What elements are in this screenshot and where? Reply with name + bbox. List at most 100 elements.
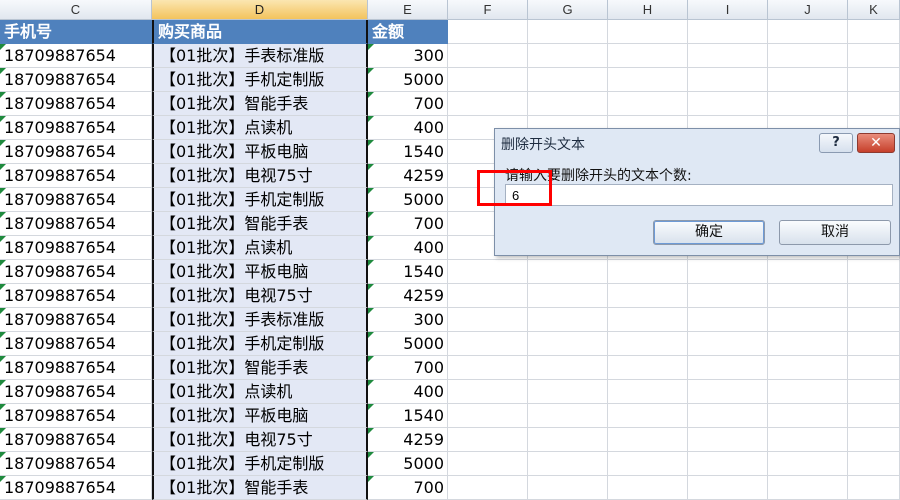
close-button[interactable]: ✕ [857,133,895,153]
amount-cell[interactable]: 5000 [368,188,448,212]
product-cell[interactable]: 【01批次】电视75寸 [152,428,368,452]
empty-cell[interactable] [768,404,848,428]
product-cell[interactable]: 【01批次】点读机 [152,116,368,140]
product-cell[interactable]: 【01批次】电视75寸 [152,284,368,308]
empty-cell[interactable] [528,260,608,284]
amount-cell[interactable]: 700 [368,92,448,116]
empty-cell[interactable] [848,92,900,116]
empty-cell[interactable] [688,476,768,500]
empty-cell[interactable] [688,308,768,332]
phone-cell[interactable]: 18709887654 [0,140,152,164]
amount-cell[interactable]: 400 [368,116,448,140]
empty-cell[interactable] [608,428,688,452]
empty-cell[interactable] [528,476,608,500]
empty-cell[interactable] [848,308,900,332]
amount-cell[interactable]: 5000 [368,68,448,92]
empty-cell[interactable] [448,260,528,284]
empty-cell[interactable] [528,428,608,452]
empty-cell[interactable] [608,380,688,404]
empty-cell[interactable] [608,260,688,284]
empty-cell[interactable] [848,260,900,284]
phone-cell[interactable]: 18709887654 [0,476,152,500]
amount-cell[interactable]: 1540 [368,404,448,428]
column-header-e[interactable]: E [368,0,448,20]
empty-cell[interactable] [608,68,688,92]
empty-cell[interactable] [848,20,900,44]
product-cell[interactable]: 【01批次】智能手表 [152,212,368,236]
phone-cell[interactable]: 18709887654 [0,116,152,140]
empty-cell[interactable] [688,332,768,356]
product-cell[interactable]: 【01批次】平板电脑 [152,140,368,164]
empty-cell[interactable] [448,332,528,356]
empty-cell[interactable] [528,68,608,92]
empty-cell[interactable] [688,356,768,380]
phone-cell[interactable]: 18709887654 [0,332,152,356]
empty-cell[interactable] [528,308,608,332]
empty-cell[interactable] [528,452,608,476]
empty-cell[interactable] [448,284,528,308]
product-cell[interactable]: 【01批次】手表标准版 [152,44,368,68]
empty-cell[interactable] [768,308,848,332]
amount-cell[interactable]: 300 [368,308,448,332]
empty-cell[interactable] [608,476,688,500]
amount-cell[interactable]: 4259 [368,428,448,452]
empty-cell[interactable] [768,68,848,92]
product-cell[interactable]: 【01批次】手表标准版 [152,308,368,332]
phone-cell[interactable]: 18709887654 [0,428,152,452]
product-cell[interactable]: 【01批次】智能手表 [152,92,368,116]
column-header-c[interactable]: C [0,0,152,20]
amount-cell[interactable]: 700 [368,356,448,380]
product-cell[interactable]: 【01批次】点读机 [152,236,368,260]
phone-cell[interactable]: 18709887654 [0,164,152,188]
empty-cell[interactable] [848,452,900,476]
product-cell[interactable]: 【01批次】智能手表 [152,476,368,500]
phone-cell[interactable]: 18709887654 [0,188,152,212]
amount-cell[interactable]: 400 [368,236,448,260]
empty-cell[interactable] [688,452,768,476]
phone-cell[interactable]: 18709887654 [0,212,152,236]
column-header-k[interactable]: K [848,0,900,20]
amount-cell[interactable]: 5000 [368,452,448,476]
phone-cell[interactable]: 18709887654 [0,236,152,260]
empty-cell[interactable] [528,356,608,380]
empty-cell[interactable] [448,356,528,380]
amount-cell[interactable]: 4259 [368,164,448,188]
empty-cell[interactable] [448,68,528,92]
empty-cell[interactable] [448,428,528,452]
help-button[interactable]: ? [819,133,853,153]
empty-cell[interactable] [688,404,768,428]
empty-cell[interactable] [688,380,768,404]
amount-cell[interactable]: 700 [368,476,448,500]
empty-cell[interactable] [768,476,848,500]
column-header-g[interactable]: G [528,0,608,20]
empty-cell[interactable] [608,356,688,380]
empty-cell[interactable] [768,260,848,284]
empty-cell[interactable] [608,452,688,476]
header-cell-amount[interactable]: 金额 [368,20,448,44]
amount-cell[interactable]: 1540 [368,260,448,284]
empty-cell[interactable] [608,308,688,332]
amount-cell[interactable]: 5000 [368,332,448,356]
amount-cell[interactable]: 400 [368,380,448,404]
empty-cell[interactable] [688,428,768,452]
phone-cell[interactable]: 18709887654 [0,452,152,476]
phone-cell[interactable]: 18709887654 [0,380,152,404]
empty-cell[interactable] [528,332,608,356]
empty-cell[interactable] [608,284,688,308]
empty-cell[interactable] [448,404,528,428]
character-count-input[interactable] [505,184,893,206]
amount-cell[interactable]: 4259 [368,284,448,308]
empty-cell[interactable] [448,92,528,116]
empty-cell[interactable] [608,20,688,44]
product-cell[interactable]: 【01批次】手机定制版 [152,68,368,92]
empty-cell[interactable] [848,380,900,404]
empty-cell[interactable] [528,380,608,404]
empty-cell[interactable] [448,452,528,476]
empty-cell[interactable] [848,428,900,452]
empty-cell[interactable] [848,68,900,92]
empty-cell[interactable] [848,44,900,68]
empty-cell[interactable] [688,260,768,284]
empty-cell[interactable] [448,44,528,68]
empty-cell[interactable] [448,20,528,44]
empty-cell[interactable] [768,20,848,44]
